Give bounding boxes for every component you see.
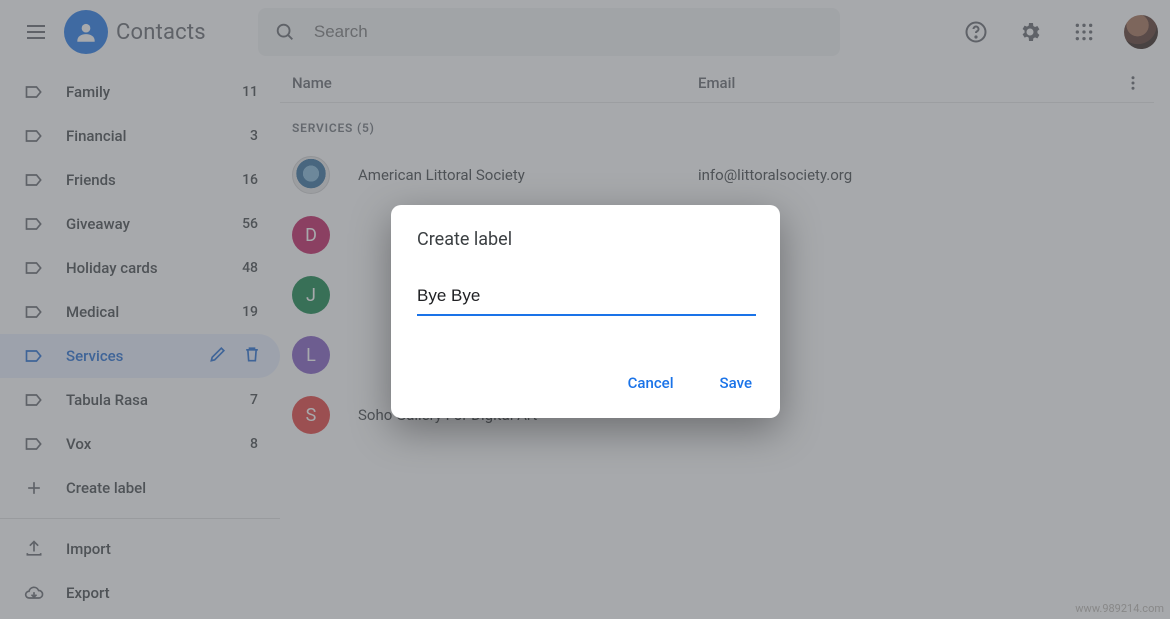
- watermark: www.989214.com: [1075, 602, 1164, 615]
- save-button[interactable]: Save: [716, 368, 756, 398]
- cancel-button[interactable]: Cancel: [624, 368, 678, 398]
- create-label-dialog: Create label Cancel Save: [391, 205, 780, 418]
- dialog-title: Create label: [417, 229, 756, 250]
- label-name-input[interactable]: [417, 280, 756, 316]
